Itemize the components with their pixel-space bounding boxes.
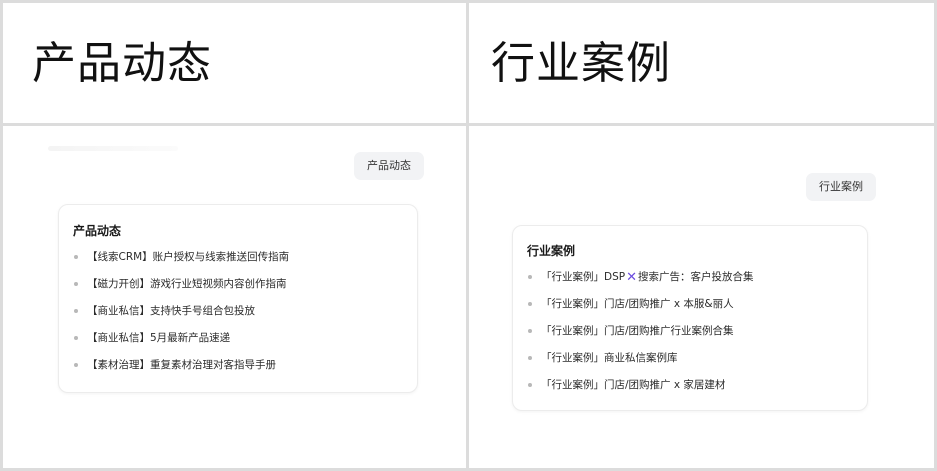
list-item[interactable]: 「行业案例」门店/团购推广 x 本服&丽人 [527, 297, 754, 324]
product-updates-card: 产品动态 【线索CRM】账户授权与线索推送回传指南 【磁力开创】游戏行业短视频内… [58, 204, 418, 393]
list-item-text: 「行业案例」门店/团购推广行业案例合集 [541, 325, 734, 337]
bullet-icon [528, 302, 532, 306]
bullet-icon [528, 275, 532, 279]
list-item[interactable]: 【商业私信】5月最新产品速递 [73, 331, 289, 358]
list-item-text: 「行业案例」门店/团购推广 x 本服&丽人 [541, 298, 734, 310]
bullet-icon [528, 383, 532, 387]
list-item-text-before: 「行业案例」DSP [541, 271, 626, 283]
list-item[interactable]: 【商业私信】支持快手号组合包投放 [73, 304, 289, 331]
row-divider [0, 123, 937, 126]
card-title: 行业案例 [527, 244, 576, 258]
bullet-icon [74, 336, 78, 340]
list-item[interactable]: 【线索CRM】账户授权与线索推送回传指南 [73, 250, 289, 277]
list-item[interactable]: 「行业案例」门店/团购推广行业案例合集 [527, 324, 754, 351]
list-item-text: 【磁力开创】游戏行业短视频内容创作指南 [87, 278, 287, 290]
bullet-icon [74, 255, 78, 259]
faint-placeholder-line [48, 146, 178, 151]
list-item-text: 【商业私信】5月最新产品速递 [87, 332, 231, 344]
product-updates-chip[interactable]: 产品动态 [354, 152, 424, 180]
list-item[interactable]: 【素材治理】重复素材治理对客指导手册 [73, 358, 289, 385]
list-item[interactable]: 「行业案例」商业私信案例库 [527, 351, 754, 378]
list-item-text: 【素材治理】重复素材治理对客指导手册 [87, 359, 276, 371]
list-item[interactable]: 「行业案例」门店/团购推广 x 家居建材 [527, 378, 754, 405]
purple-x-icon: ✕ [626, 270, 637, 285]
list-item-text: 「行业案例」门店/团购推广 x 家居建材 [541, 379, 726, 391]
list-item-text: 【商业私信】支持快手号组合包投放 [87, 305, 255, 317]
industry-cases-list: 「行业案例」DSP✕搜索广告：客户投放合集 「行业案例」门店/团购推广 x 本服… [527, 270, 754, 405]
bullet-icon [74, 282, 78, 286]
list-item[interactable]: 【磁力开创】游戏行业短视频内容创作指南 [73, 277, 289, 304]
card-title: 产品动态 [73, 224, 122, 238]
bullet-icon [528, 329, 532, 333]
column-divider [466, 0, 469, 471]
product-updates-list: 【线索CRM】账户授权与线索推送回传指南 【磁力开创】游戏行业短视频内容创作指南… [73, 250, 289, 385]
bullet-icon [74, 309, 78, 313]
left-column-heading: 产品动态 [32, 38, 212, 89]
list-item-text-after: 搜索广告：客户投放合集 [638, 271, 754, 283]
list-item[interactable]: 「行业案例」DSP✕搜索广告：客户投放合集 [527, 270, 754, 297]
industry-cases-card: 行业案例 「行业案例」DSP✕搜索广告：客户投放合集 「行业案例」门店/团购推广… [512, 225, 868, 411]
bullet-icon [528, 356, 532, 360]
bullet-icon [74, 363, 78, 367]
list-item-text: 「行业案例」商业私信案例库 [541, 352, 678, 364]
industry-cases-chip[interactable]: 行业案例 [806, 173, 876, 201]
list-item-text: 【线索CRM】账户授权与线索推送回传指南 [87, 251, 290, 263]
right-column-heading: 行业案例 [491, 38, 671, 89]
